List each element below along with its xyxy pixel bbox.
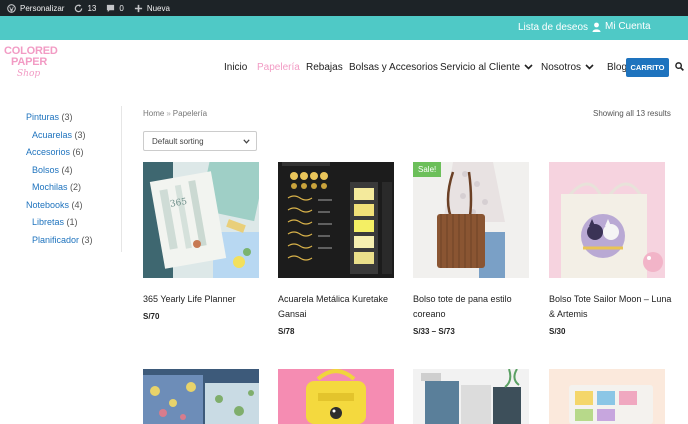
admin-new[interactable]: Nueva (129, 0, 175, 16)
breadcrumb-separator: » (166, 109, 171, 118)
product-image[interactable] (278, 369, 394, 424)
category-count: (3) (61, 112, 73, 122)
product-image[interactable] (143, 369, 259, 424)
nav-item-nosotros[interactable]: Nosotros (541, 62, 594, 73)
product-price: S/33 – S/73 (413, 327, 455, 336)
wordpress-icon (7, 3, 16, 13)
category-item-notebooks[interactable]: Notebooks (4) (26, 200, 83, 210)
product-title[interactable]: Acuarela Metálica Kuretake Gansai (278, 292, 402, 322)
cart-button[interactable]: CARRITO (626, 58, 669, 77)
product-image[interactable]: Sale! (413, 162, 529, 278)
user-icon (592, 22, 601, 32)
category-name: Pinturas (26, 112, 60, 122)
category-count: (4) (71, 199, 83, 210)
category-item-acuarelas[interactable]: Acuarelas (3) (32, 130, 86, 140)
chevron-down-icon (243, 139, 250, 144)
admin-comments-count: 0 (119, 3, 124, 13)
updates-icon (75, 3, 83, 12)
breadcrumb-home[interactable]: Home (143, 109, 164, 118)
nav-item-nosotros-label: Nosotros (541, 62, 582, 73)
nav-item-rebajas[interactable]: Rebajas (306, 62, 343, 73)
product-title[interactable]: 365 Yearly Life Planner (143, 292, 267, 307)
category-count: (6) (72, 147, 84, 157)
nav-item-inicio[interactable]: Inicio (224, 62, 247, 73)
category-item-bolsos[interactable]: Bolsos (4) (32, 165, 73, 175)
nav-item-blog[interactable]: Blog (607, 62, 627, 73)
category-count: (3) (74, 129, 86, 140)
comment-icon (107, 4, 115, 12)
category-name: Bolsos (32, 164, 60, 175)
category-item-accesorios[interactable]: Accesorios (6) (26, 147, 84, 157)
chevron-down-icon (585, 64, 594, 70)
category-item-libretas[interactable]: Libretas (1) (32, 217, 78, 227)
admin-updates[interactable]: 13 (69, 0, 101, 16)
category-name: Mochilas (32, 182, 68, 192)
sidebar-divider (121, 106, 122, 252)
admin-customize[interactable]: Personalizar (0, 0, 69, 16)
category-name: Accesorios (26, 147, 71, 157)
admin-comments[interactable]: 0 (101, 0, 128, 16)
category-count: (4) (61, 164, 73, 175)
breadcrumb-current: Papelería (172, 109, 208, 118)
category-name: Acuarelas (32, 129, 73, 140)
nav-item-bolsas[interactable]: Bolsas y Accesorios (349, 62, 438, 73)
chevron-down-icon (524, 64, 533, 70)
product-image[interactable] (413, 369, 529, 424)
site-logo[interactable]: COLORED PAPER Shop (4, 44, 60, 86)
nav-item-servicio-label: Servicio al Cliente (440, 62, 521, 73)
sorting-select[interactable]: Default sorting (143, 131, 257, 151)
category-count: (1) (66, 217, 78, 227)
product-price: S/78 (278, 327, 295, 336)
nav-item-papeleria[interactable]: Papelería (257, 62, 300, 73)
category-name: Planificador (32, 234, 80, 245)
sorting-value: Default sorting (152, 137, 204, 146)
product-price: S/30 (549, 327, 566, 336)
admin-bar: Personalizar 13 0 Nueva (0, 0, 688, 16)
breadcrumb: Home» Papelería (143, 109, 207, 118)
account-link[interactable]: Mi Cuenta (592, 21, 651, 32)
sale-badge: Sale! (413, 162, 442, 177)
product-image[interactable] (549, 162, 665, 278)
result-count: Showing all 13 results (593, 109, 671, 118)
category-name: Notebooks (26, 199, 70, 210)
admin-customize-label: Personalizar (20, 3, 65, 13)
category-item-planificador[interactable]: Planificador (3) (32, 235, 93, 245)
category-count: (3) (81, 234, 93, 245)
category-item-pinturas[interactable]: Pinturas (3) (26, 112, 73, 122)
category-count: (2) (70, 182, 82, 192)
category-item-mochilas[interactable]: Mochilas (2) (32, 182, 81, 192)
admin-new-label: Nueva (146, 3, 170, 13)
product-title[interactable]: Bolso Tote Sailor Moon – Luna & Artemis (549, 292, 673, 322)
product-image[interactable] (549, 369, 665, 424)
product-image[interactable]: 365 (143, 162, 259, 278)
product-title[interactable]: Bolso tote de pana estilo coreano (413, 292, 537, 322)
nav-item-servicio[interactable]: Servicio al Cliente (440, 62, 533, 73)
account-label: Mi Cuenta (605, 21, 651, 32)
plus-icon (134, 4, 142, 12)
top-bar: Lista de deseos Mi Cuenta (0, 16, 688, 40)
product-price: S/70 (143, 312, 160, 321)
wishlist-link[interactable]: Lista de deseos (518, 22, 588, 33)
logo-line-2: PAPER (11, 56, 48, 68)
search-icon[interactable] (675, 62, 684, 71)
product-image[interactable] (278, 162, 394, 278)
category-name: Libretas (32, 217, 65, 227)
logo-line-3: Shop (17, 69, 41, 79)
admin-updates-count: 13 (87, 3, 97, 13)
